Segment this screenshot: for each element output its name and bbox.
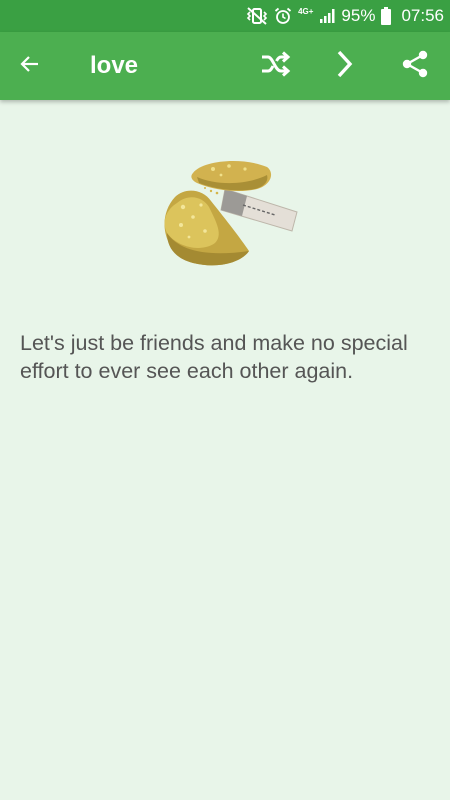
battery-icon	[381, 7, 392, 25]
chevron-right-icon	[333, 49, 355, 84]
share-icon	[400, 49, 430, 84]
battery-percent: 95%	[341, 6, 376, 25]
signal-icon	[319, 8, 335, 24]
network-4g-icon: 4G+	[298, 7, 314, 16]
app-toolbar: love	[0, 32, 450, 100]
shuffle-button[interactable]	[251, 42, 299, 90]
vibrate-mute-icon	[246, 7, 268, 25]
status-bar: 4G+ 95% 07:56	[0, 0, 450, 32]
status-icons: 4G+ 95% 07:56	[246, 0, 444, 32]
status-clock: 07:56	[401, 6, 444, 25]
back-arrow-icon	[18, 52, 42, 81]
back-button[interactable]	[6, 42, 54, 90]
fortune-cookie-icon	[145, 155, 305, 275]
shuffle-icon	[259, 50, 291, 83]
share-button[interactable]	[391, 42, 439, 90]
alarm-icon	[274, 7, 292, 25]
page-title: love	[90, 52, 139, 79]
fortune-text: Let's just be friends and make no specia…	[20, 331, 408, 383]
next-button[interactable]	[320, 42, 368, 90]
